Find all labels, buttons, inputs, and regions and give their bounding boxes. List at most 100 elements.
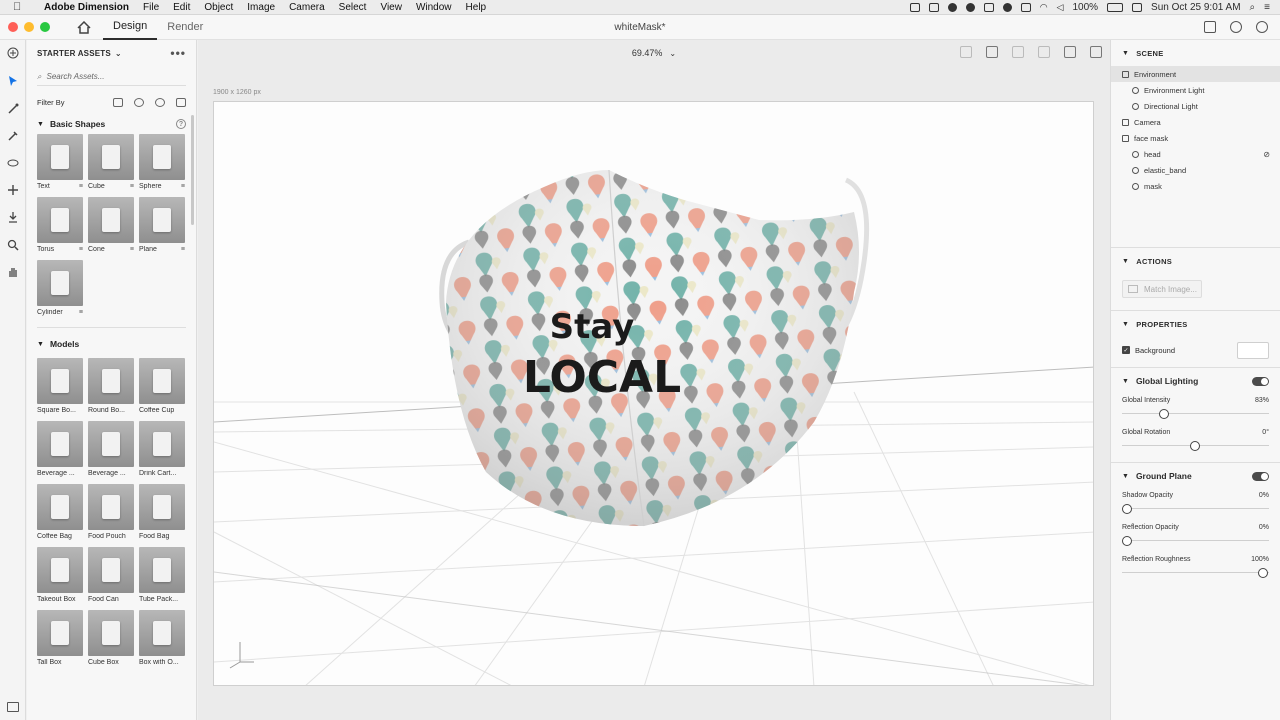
asset-thumbnail[interactable] bbox=[139, 358, 185, 404]
asset-thumbnail[interactable] bbox=[139, 134, 185, 180]
asset-tile[interactable]: Drink Cart... bbox=[139, 421, 185, 480]
wifi-icon[interactable]: ◠ bbox=[1040, 2, 1048, 13]
asset-thumbnail[interactable] bbox=[37, 358, 83, 404]
assets-panel-header[interactable]: STARTER ASSETS ⌄ ••• bbox=[27, 40, 196, 66]
scene-item[interactable]: face mask bbox=[1111, 130, 1280, 146]
creative-cloud-icon[interactable] bbox=[947, 2, 957, 12]
asset-tile[interactable]: Round Bo... bbox=[88, 358, 134, 417]
ground-plane-header[interactable]: ▼ Ground Plane bbox=[1111, 463, 1280, 489]
asset-tile[interactable]: Cube Box bbox=[88, 610, 134, 669]
asset-thumbnail[interactable] bbox=[88, 421, 134, 467]
asset-thumbnail[interactable] bbox=[37, 421, 83, 467]
adjust-icon[interactable]: ≡ bbox=[181, 183, 185, 190]
asset-tile[interactable]: Cube ≡ bbox=[88, 134, 134, 193]
camera-bookmark-icon[interactable] bbox=[1064, 46, 1076, 58]
asset-tile[interactable]: Food Can bbox=[88, 547, 134, 606]
scene-item[interactable]: elastic_band bbox=[1111, 162, 1280, 178]
menu-object[interactable]: Object bbox=[197, 2, 240, 13]
minimize-window-button[interactable] bbox=[24, 22, 34, 32]
asset-tile[interactable]: Takeout Box bbox=[37, 547, 83, 606]
video-icon[interactable] bbox=[928, 2, 939, 12]
frame-icon[interactable] bbox=[960, 46, 972, 58]
asset-thumbnail[interactable] bbox=[139, 547, 185, 593]
apple-icon[interactable]:  bbox=[13, 1, 27, 13]
clock[interactable]: Sun Oct 25 9:01 AM bbox=[1151, 2, 1241, 13]
slider-handle[interactable] bbox=[1258, 568, 1268, 578]
global-lighting-header[interactable]: ▼ Global Lighting bbox=[1111, 368, 1280, 394]
asset-thumbnail[interactable] bbox=[139, 484, 185, 530]
filter-images-icon[interactable] bbox=[176, 97, 186, 107]
properties-panel-header[interactable]: ▼ PROPERTIES bbox=[1111, 311, 1280, 337]
adjust-icon[interactable]: ≡ bbox=[181, 246, 185, 253]
zoom-level[interactable]: 69.47% bbox=[632, 48, 663, 58]
scene-panel-header[interactable]: ▼ SCENE bbox=[1111, 40, 1280, 66]
sample-tool-icon[interactable] bbox=[6, 129, 20, 143]
shadow-opacity-slider[interactable]: Shadow Opacity 0% bbox=[1111, 489, 1280, 521]
adjust-icon[interactable]: ≡ bbox=[79, 246, 83, 253]
background-checkbox[interactable]: ✓ bbox=[1122, 346, 1130, 354]
asset-thumbnail[interactable] bbox=[37, 260, 83, 306]
slider-value[interactable]: 100% bbox=[1251, 556, 1269, 563]
menu-image[interactable]: Image bbox=[240, 2, 282, 13]
chevron-down-icon[interactable]: ⌄ bbox=[669, 49, 676, 58]
scene-item[interactable]: Camera bbox=[1111, 114, 1280, 130]
asset-tile[interactable]: Sphere ≡ bbox=[139, 134, 185, 193]
slider-value[interactable]: 0% bbox=[1259, 524, 1269, 531]
ground-plane-toggle[interactable] bbox=[1252, 471, 1269, 481]
menu-help[interactable]: Help bbox=[459, 2, 494, 13]
slider-handle[interactable] bbox=[1190, 441, 1200, 451]
status-icon[interactable] bbox=[965, 2, 975, 12]
help-icon[interactable]: ? bbox=[176, 119, 186, 129]
slider-handle[interactable] bbox=[1122, 536, 1132, 546]
visibility-off-icon[interactable]: ⊘ bbox=[1263, 150, 1270, 159]
3d-viewport[interactable]: Stay LOCAL bbox=[213, 101, 1094, 686]
orbit-tool-icon[interactable] bbox=[6, 156, 20, 170]
control-center-icon[interactable]: ≡ bbox=[1264, 2, 1270, 13]
asset-thumbnail[interactable] bbox=[37, 547, 83, 593]
asset-thumbnail[interactable] bbox=[88, 358, 134, 404]
zoom-window-button[interactable] bbox=[40, 22, 50, 32]
asset-thumbnail[interactable] bbox=[37, 610, 83, 656]
slider-track[interactable] bbox=[1122, 413, 1269, 414]
feedback-icon[interactable] bbox=[1256, 21, 1268, 33]
match-image-button[interactable]: Match Image... bbox=[1122, 280, 1202, 298]
screen-record-icon[interactable] bbox=[909, 2, 920, 12]
scene-item[interactable]: mask bbox=[1111, 178, 1280, 194]
asset-tile[interactable]: Beverage ... bbox=[37, 421, 83, 480]
scene-item[interactable]: Directional Light bbox=[1111, 98, 1280, 114]
asset-thumbnail[interactable] bbox=[37, 197, 83, 243]
snap-icon[interactable] bbox=[1012, 46, 1024, 58]
slider-value[interactable]: 0° bbox=[1262, 429, 1269, 436]
time-machine-icon[interactable] bbox=[1002, 2, 1012, 12]
reflection-opacity-slider[interactable]: Reflection Opacity 0% bbox=[1111, 521, 1280, 553]
asset-thumbnail[interactable] bbox=[88, 610, 134, 656]
filter-materials-icon[interactable] bbox=[134, 97, 144, 107]
asset-tile[interactable]: Beverage ... bbox=[88, 421, 134, 480]
asset-tile[interactable]: Plane ≡ bbox=[139, 197, 185, 256]
hand-tool-icon[interactable] bbox=[6, 265, 20, 279]
asset-tile[interactable]: Tall Box bbox=[37, 610, 83, 669]
global-lighting-toggle[interactable] bbox=[1252, 376, 1269, 386]
flag-icon[interactable] bbox=[1132, 2, 1143, 12]
spotlight-search-icon[interactable]: ⌕ bbox=[1250, 2, 1256, 13]
assets-scrollbar[interactable] bbox=[191, 115, 194, 225]
menu-app-name[interactable]: Adobe Dimension bbox=[37, 2, 136, 13]
help-icon[interactable] bbox=[1230, 21, 1242, 33]
adjust-icon[interactable]: ≡ bbox=[130, 183, 134, 190]
background-color-swatch[interactable] bbox=[1237, 341, 1269, 359]
slider-track[interactable] bbox=[1122, 540, 1269, 541]
scene-item[interactable]: Environment Light bbox=[1111, 82, 1280, 98]
actions-panel-header[interactable]: ▼ ACTIONS bbox=[1111, 248, 1280, 274]
asset-thumbnail[interactable] bbox=[139, 197, 185, 243]
global-rotation-slider[interactable]: Global Rotation 0° bbox=[1111, 426, 1280, 458]
share-icon[interactable] bbox=[1204, 21, 1216, 33]
tab-render[interactable]: Render bbox=[157, 15, 213, 40]
home-icon[interactable] bbox=[77, 20, 91, 34]
slider-track[interactable] bbox=[1122, 508, 1269, 509]
asset-thumbnail[interactable] bbox=[88, 134, 134, 180]
asset-tile[interactable]: Text ≡ bbox=[37, 134, 83, 193]
volume-icon[interactable]: ◁ bbox=[1057, 2, 1064, 13]
asset-thumbnail[interactable] bbox=[139, 610, 185, 656]
asset-tile[interactable]: Square Bo... bbox=[37, 358, 83, 417]
asset-thumbnail[interactable] bbox=[37, 134, 83, 180]
